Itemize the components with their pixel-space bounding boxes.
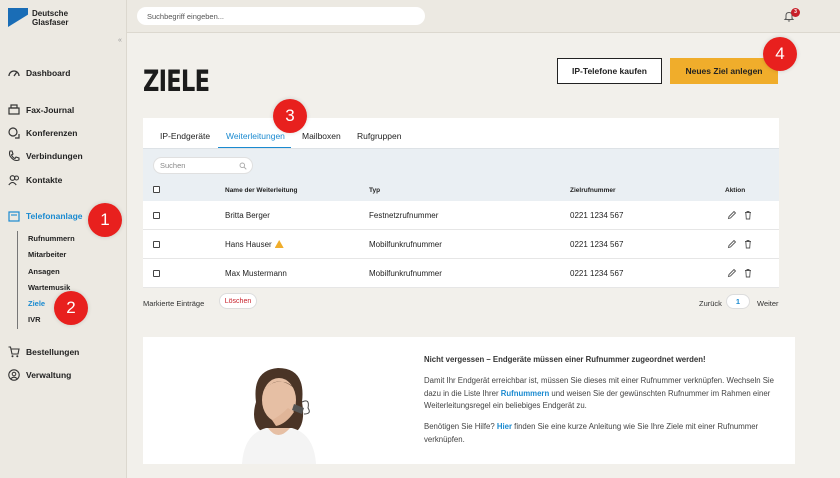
search-icon xyxy=(239,162,247,170)
table-row: Hans Hauser Mobilfunkrufnummer 0221 1234… xyxy=(143,230,779,259)
tab-bar: IP-Endgeräte Weiterleitungen Mailboxen R… xyxy=(143,118,779,149)
global-search-input[interactable] xyxy=(137,7,425,25)
column-header-action: Aktion xyxy=(725,187,746,194)
pager-prev-link[interactable]: Zurück xyxy=(699,299,722,308)
sidebar-item-bestellungen[interactable]: Bestellungen xyxy=(8,346,79,358)
annotation-marker-3: 3 xyxy=(273,99,307,133)
delete-icon[interactable] xyxy=(743,268,753,278)
help-link[interactable]: Hier xyxy=(497,422,512,431)
pager-current-page[interactable]: 1 xyxy=(726,294,750,309)
sidebar-item-label: Verbindungen xyxy=(26,151,83,161)
filter-bar xyxy=(143,148,779,175)
warning-icon xyxy=(274,240,284,248)
row-type: Mobilfunkrufnummer xyxy=(369,269,442,278)
brand-name-line2: Glasfaser xyxy=(32,17,69,27)
dashboard-icon xyxy=(8,67,20,79)
phone-icon xyxy=(8,150,20,162)
cart-icon xyxy=(8,346,20,358)
subnav-item-mitarbeiter[interactable]: Mitarbeiter xyxy=(28,247,75,263)
tab-weiterleitungen[interactable]: Weiterleitungen xyxy=(226,131,285,141)
sidebar-item-kontakte[interactable]: Kontakte xyxy=(8,174,62,186)
sidebar: Deutsche Glasfaser « Dashboard Fax-Journ… xyxy=(0,0,127,478)
woman-with-phone-illustration xyxy=(242,368,316,464)
row-type: Festnetzrufnummer xyxy=(369,211,439,220)
row-checkbox[interactable] xyxy=(153,270,160,277)
row-name: Hans Hauser xyxy=(225,240,272,249)
select-all-checkbox[interactable] xyxy=(153,186,160,193)
row-checkbox[interactable] xyxy=(153,212,160,219)
collapse-sidebar-icon[interactable]: « xyxy=(118,37,122,44)
delete-icon[interactable] xyxy=(743,239,753,249)
buy-ip-phones-button[interactable]: IP-Telefone kaufen xyxy=(557,58,662,84)
notification-count-badge: 3 xyxy=(791,8,800,17)
row-type: Mobilfunkrufnummer xyxy=(369,240,442,249)
brand-name-line1: Deutsche xyxy=(32,8,69,18)
targets-card: IP-Endgeräte Weiterleitungen Mailboxen R… xyxy=(143,118,779,320)
info-paragraph-1: Damit Ihr Endgerät erreichbar ist, müsse… xyxy=(424,376,774,410)
page-title: ZIELE xyxy=(143,64,210,98)
logo-mark xyxy=(8,8,28,27)
conference-icon xyxy=(8,127,20,139)
column-header-type[interactable]: Typ xyxy=(369,187,380,194)
sidebar-item-telefonanlage[interactable]: Telefonanlage xyxy=(8,210,83,222)
column-header-name[interactable]: Name der Weiterleitung xyxy=(225,187,297,194)
row-name: Britta Berger xyxy=(225,211,270,220)
info-paragraph-2: Benötigen Sie Hilfe? Hier finden Sie ein… xyxy=(424,422,759,444)
row-checkbox[interactable] xyxy=(153,241,160,248)
sidebar-item-label: Konferenzen xyxy=(26,128,78,138)
delete-icon[interactable] xyxy=(743,210,753,220)
info-box: Nicht vergessen – Endgeräte müssen einer… xyxy=(143,337,795,464)
edit-icon[interactable] xyxy=(727,210,737,220)
table-search-input[interactable] xyxy=(153,157,253,174)
fax-icon xyxy=(8,104,20,116)
tab-rufgruppen[interactable]: Rufgruppen xyxy=(357,131,401,141)
edit-icon[interactable] xyxy=(727,268,737,278)
subnav-item-ansagen[interactable]: Ansagen xyxy=(28,264,75,280)
new-target-button[interactable]: Neues Ziel anlegen xyxy=(670,58,778,84)
row-name: Max Mustermann xyxy=(225,269,287,278)
phone-system-icon xyxy=(8,210,20,222)
rufnummern-link[interactable]: Rufnummern xyxy=(501,389,550,398)
info-title: Nicht vergessen – Endgeräte müssen einer… xyxy=(424,355,706,364)
user-circle-icon xyxy=(8,369,20,381)
sidebar-item-label: Dashboard xyxy=(26,68,71,78)
table-row: Britta Berger Festnetzrufnummer 0221 123… xyxy=(143,201,779,230)
sidebar-item-dashboard[interactable]: Dashboard xyxy=(8,67,70,79)
sidebar-item-label: Verwaltung xyxy=(26,370,72,380)
marked-entries-label: Markierte Einträge xyxy=(143,299,205,308)
brand-logo[interactable]: Deutsche Glasfaser xyxy=(8,8,68,27)
sidebar-item-verwaltung[interactable]: Verwaltung xyxy=(8,369,71,381)
sidebar-item-konferenzen[interactable]: Konferenzen xyxy=(8,127,77,139)
sidebar-item-label: Kontakte xyxy=(26,175,63,185)
row-number: 0221 1234 567 xyxy=(570,240,624,249)
contacts-icon xyxy=(8,174,20,186)
top-bar: 3 xyxy=(127,0,840,33)
sidebar-item-verbindungen[interactable]: Verbindungen xyxy=(8,150,83,162)
table-row: Max Mustermann Mobilfunkrufnummer 0221 1… xyxy=(143,259,779,288)
pager-next-link[interactable]: Weiter xyxy=(757,299,779,308)
sidebar-item-label: Bestellungen xyxy=(26,347,80,357)
sidebar-item-fax-journal[interactable]: Fax-Journal xyxy=(8,104,74,116)
table-footer: Markierte Einträge Löschen Zurück 1 Weit… xyxy=(143,293,779,313)
row-number: 0221 1234 567 xyxy=(570,211,624,220)
edit-icon[interactable] xyxy=(727,239,737,249)
tab-ip-endgeraete[interactable]: IP-Endgeräte xyxy=(160,131,210,141)
sidebar-item-label: Telefonanlage xyxy=(26,211,83,221)
table-header: Name der Weiterleitung Typ Zielrufnummer… xyxy=(143,175,779,201)
row-number: 0221 1234 567 xyxy=(570,269,624,278)
delete-selected-button[interactable]: Löschen xyxy=(219,293,257,309)
annotation-marker-2: 2 xyxy=(54,291,88,325)
sidebar-item-label: Fax-Journal xyxy=(26,105,75,115)
annotation-marker-1: 1 xyxy=(88,203,122,237)
column-header-number[interactable]: Zielrufnummer xyxy=(570,187,616,194)
subnav-item-rufnummern[interactable]: Rufnummern xyxy=(28,231,75,247)
tab-mailboxen[interactable]: Mailboxen xyxy=(302,131,341,141)
annotation-marker-4: 4 xyxy=(763,37,797,71)
